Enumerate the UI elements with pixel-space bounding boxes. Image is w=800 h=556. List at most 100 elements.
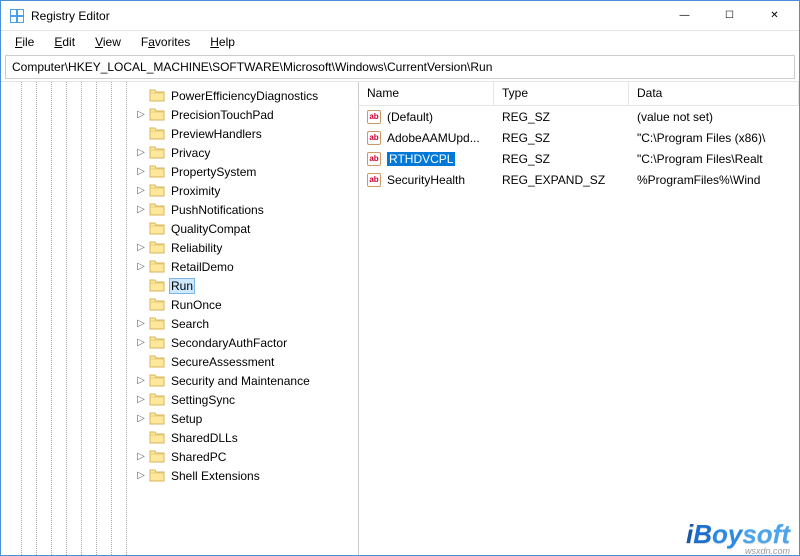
tree-item-search[interactable]: ▷ Search (131, 314, 358, 333)
address-text: Computer\HKEY_LOCAL_MACHINE\SOFTWARE\Mic… (12, 60, 492, 74)
expander-icon[interactable]: ▷ (135, 337, 147, 349)
values-pane: Name Type Data ab(Default)REG_SZ(value n… (359, 82, 799, 555)
value-data-cell: "C:\Program Files (x86)\ (629, 131, 799, 145)
tree-item-label: Reliability (169, 241, 224, 255)
menu-favorites[interactable]: Favorites (133, 33, 198, 51)
menu-file[interactable]: File (7, 33, 42, 51)
expander-icon[interactable]: ▷ (135, 147, 147, 159)
window-controls: — ☐ ✕ (662, 1, 797, 30)
tree-item-secondaryauthfactor[interactable]: ▷SecondaryAuthFactor (131, 333, 358, 352)
value-data-cell: "C:\Program Files\Realt (629, 152, 799, 166)
tree-item-label: Search (169, 317, 211, 331)
tree-item-shell-extensions[interactable]: ▷Shell Extensions (131, 466, 358, 485)
folder-icon (149, 278, 165, 294)
tree-item-propertysystem[interactable]: ▷ PropertySystem (131, 162, 358, 181)
values-list[interactable]: ab(Default)REG_SZ(value not set)abAdobeA… (359, 106, 799, 555)
window-title: Registry Editor (31, 9, 662, 23)
expander-icon[interactable]: ▷ (135, 261, 147, 273)
value-name-cell: abAdobeAAMUpd... (359, 131, 494, 145)
folder-icon (149, 259, 165, 275)
tree-item-label: PushNotifications (169, 203, 266, 217)
string-value-icon: ab (367, 110, 381, 124)
tree-item-reliability[interactable]: ▷ Reliability (131, 238, 358, 257)
value-row[interactable]: abAdobeAAMUpd...REG_SZ"C:\Program Files … (359, 127, 799, 148)
folder-icon (149, 316, 165, 332)
folder-icon (149, 107, 165, 123)
expander-icon[interactable]: ▷ (135, 204, 147, 216)
value-row[interactable]: ab(Default)REG_SZ(value not set) (359, 106, 799, 127)
expander-icon[interactable]: ▷ (135, 375, 147, 387)
menu-help[interactable]: Help (202, 33, 243, 51)
value-name-cell: abRTHDVCPL (359, 152, 494, 166)
list-header: Name Type Data (359, 82, 799, 106)
tree-item-settingsync[interactable]: ▷SettingSync (131, 390, 358, 409)
regedit-icon (9, 8, 25, 24)
column-name[interactable]: Name (359, 82, 494, 105)
tree-item-previewhandlers[interactable]: PreviewHandlers (131, 124, 358, 143)
title-bar[interactable]: Registry Editor — ☐ ✕ (1, 1, 799, 31)
tree-item-security-and-maintenance[interactable]: ▷Security and Maintenance (131, 371, 358, 390)
folder-icon (149, 88, 165, 104)
value-name-cell: ab(Default) (359, 110, 494, 124)
window: Registry Editor — ☐ ✕ File Edit View Fav… (0, 0, 800, 556)
expander-icon[interactable]: ▷ (135, 413, 147, 425)
folder-icon (149, 373, 165, 389)
tree-item-shareddlls[interactable]: SharedDLLs (131, 428, 358, 447)
folder-icon (149, 183, 165, 199)
tree-item-powerefficiencydiagnostics[interactable]: PowerEfficiencyDiagnostics (131, 86, 358, 105)
tree-item-proximity[interactable]: ▷ Proximity (131, 181, 358, 200)
tree-item-label: Proximity (169, 184, 222, 198)
tree-item-qualitycompat[interactable]: QualityCompat (131, 219, 358, 238)
expander-icon[interactable]: ▷ (135, 109, 147, 121)
registry-tree: PowerEfficiencyDiagnostics ▷ PrecisionTouc… (1, 86, 358, 485)
value-type-cell: REG_SZ (494, 110, 629, 124)
tree-item-precisiontouchpad[interactable]: ▷ PrecisionTouchPad (131, 105, 358, 124)
folder-icon (149, 202, 165, 218)
watermark-url: wsxdn.com (745, 546, 790, 556)
menu-edit[interactable]: Edit (46, 33, 83, 51)
tree-item-pushnotifications[interactable]: ▷ PushNotifications (131, 200, 358, 219)
expander-icon[interactable]: ▷ (135, 318, 147, 330)
expander-icon[interactable]: ▷ (135, 470, 147, 482)
value-row[interactable]: abSecurityHealthREG_EXPAND_SZ%ProgramFil… (359, 169, 799, 190)
string-value-icon: ab (367, 152, 381, 166)
address-bar[interactable]: Computer\HKEY_LOCAL_MACHINE\SOFTWARE\Mic… (5, 55, 795, 79)
tree-item-label: SharedDLLs (169, 431, 240, 445)
minimize-button[interactable]: — (662, 1, 707, 30)
tree-item-run[interactable]: Run (131, 276, 358, 295)
expander-icon[interactable]: ▷ (135, 451, 147, 463)
column-type[interactable]: Type (494, 82, 629, 105)
tree-item-sharedpc[interactable]: ▷ SharedPC (131, 447, 358, 466)
expander-icon[interactable]: ▷ (135, 394, 147, 406)
tree-item-label: RunOnce (169, 298, 224, 312)
expander-icon[interactable]: ▷ (135, 166, 147, 178)
tree-item-privacy[interactable]: ▷ Privacy (131, 143, 358, 162)
folder-icon (149, 240, 165, 256)
value-type-cell: REG_EXPAND_SZ (494, 173, 629, 187)
tree-item-label: PrecisionTouchPad (169, 108, 276, 122)
folder-icon (149, 392, 165, 408)
close-button[interactable]: ✕ (752, 1, 797, 30)
expander-icon[interactable]: ▷ (135, 185, 147, 197)
tree-item-label: Privacy (169, 146, 212, 160)
tree-item-label: PropertySystem (169, 165, 258, 179)
tree-item-label: PreviewHandlers (169, 127, 264, 141)
value-row[interactable]: abRTHDVCPLREG_SZ"C:\Program Files\Realt (359, 148, 799, 169)
folder-icon (149, 468, 165, 484)
tree-item-setup[interactable]: ▷Setup (131, 409, 358, 428)
tree-item-retaildemo[interactable]: ▷ RetailDemo (131, 257, 358, 276)
maximize-button[interactable]: ☐ (707, 1, 752, 30)
tree-item-label: SharedPC (169, 450, 228, 464)
folder-icon (149, 164, 165, 180)
folder-icon (149, 354, 165, 370)
tree-item-secureassessment[interactable]: SecureAssessment (131, 352, 358, 371)
value-type-cell: REG_SZ (494, 152, 629, 166)
tree-item-label: PowerEfficiencyDiagnostics (169, 89, 320, 103)
tree-item-label: RetailDemo (169, 260, 236, 274)
column-data[interactable]: Data (629, 82, 799, 105)
expander-icon[interactable]: ▷ (135, 242, 147, 254)
value-type-cell: REG_SZ (494, 131, 629, 145)
tree-item-runonce[interactable]: RunOnce (131, 295, 358, 314)
menu-view[interactable]: View (87, 33, 129, 51)
tree-pane[interactable]: PowerEfficiencyDiagnostics ▷ PrecisionTouc… (1, 82, 359, 555)
